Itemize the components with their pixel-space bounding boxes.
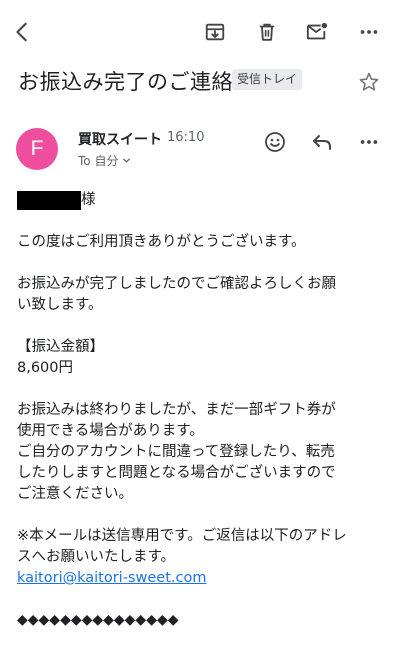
chevron-down-icon [122,154,131,168]
body-line: い致します。 [17,297,103,313]
emoji-react-icon[interactable] [261,128,289,156]
body-line: スへお願いいたします。 [17,549,176,565]
archive-icon[interactable] [201,18,229,46]
body-line: ご自分のアカウントに間違って登録したり、転売 [17,444,335,460]
more-horiz-icon[interactable] [355,18,383,46]
body-line: ※本メールは送信専用です。ご返信は以下のアドレ [17,528,347,544]
sender-row: F 買取スイート 16:10 To 自分 [0,122,397,180]
avatar[interactable]: F [16,128,58,170]
subject-row: お振込み完了のご連絡 受信トレイ [0,62,397,102]
amount-value: 8,600円 [17,360,74,376]
reply-email-link[interactable]: kaitori@kaitori-sweet.com [17,570,206,586]
recipient-label: To 自分 [78,154,119,168]
body-line: ご注意ください。 [17,486,133,502]
redacted-recipient-name [17,191,81,210]
body-line: したりしますと問題となる場合がございますので [17,465,336,481]
star-icon[interactable] [357,70,383,96]
inbox-label-chip[interactable]: 受信トレイ [232,69,303,90]
diamond-separator: ◆◆◆◆◆◆◆◆◆◆◆◆◆◆◆ [17,612,179,628]
salutation-line: 様 [17,190,387,211]
body-line: お振込みは終わりましたが、まだ一部ギフト券が [17,402,336,418]
mark-unread-icon[interactable] [303,18,331,46]
email-subject: お振込み完了のご連絡 [18,70,233,94]
sent-time: 16:10 [167,130,205,145]
trash-icon[interactable] [253,18,281,46]
more-horiz-icon[interactable] [355,128,383,156]
back-arrow-icon[interactable] [8,18,36,46]
sender-name[interactable]: 買取スイート [78,129,162,149]
body-line: この度はご利用頂きありがとうございます。 [17,234,306,250]
salutation-suffix: 様 [81,192,96,208]
email-body: 様 この度はご利用頂きありがとうございます。 お振込みが完了しましたのでご確認よ… [17,190,387,631]
reply-icon[interactable] [308,128,336,156]
body-line: お振込みが完了しましたのでご確認よろしくお願 [17,276,336,292]
recipient-details-toggle[interactable]: To 自分 [78,152,131,169]
body-line: 使用できる場合があります。 [17,423,204,439]
amount-heading: 【振込金額】 [17,339,104,355]
top-toolbar [0,0,397,62]
